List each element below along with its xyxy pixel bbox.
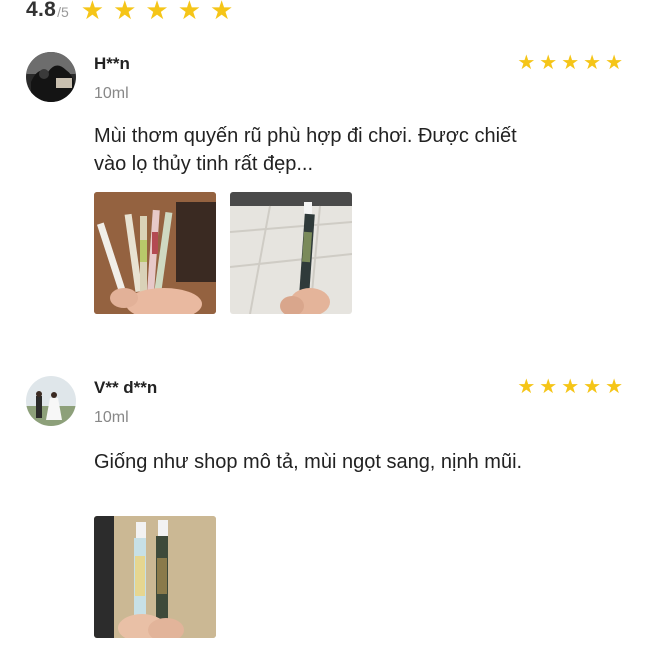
review-photo[interactable]: [94, 192, 216, 314]
review-photo[interactable]: [94, 516, 216, 638]
star-icon: ★: [583, 376, 602, 398]
variant-label: 10ml: [94, 409, 129, 426]
review-stars: ★ ★ ★ ★ ★: [517, 53, 623, 73]
star-icon: ★: [605, 52, 623, 74]
star-icon: ★: [145, 0, 169, 25]
review-photos: [94, 516, 216, 638]
avatar[interactable]: [26, 376, 76, 426]
review-text-line: Mùi thơm quyến rũ phù hợp đi chơi. Được …: [94, 125, 517, 147]
star-icon: ★: [583, 52, 602, 74]
average-rating: 4.8: [26, 0, 57, 21]
reviewer-name: V** d**n: [94, 378, 158, 397]
review-item: H**n ★ ★ ★ ★ ★ 10ml Mùi thơm quyến rũ ph…: [0, 52, 650, 322]
reviewer-name: H**n: [94, 54, 130, 73]
review-stars: ★ ★ ★ ★ ★: [517, 377, 623, 397]
star-icon: ★: [605, 376, 623, 398]
star-icon: ★: [539, 376, 558, 398]
review-text: Giống như shop mô tả, mùi ngọt sang, nịn…: [94, 448, 614, 476]
avatar[interactable]: [26, 52, 76, 102]
review-photos: [94, 192, 352, 314]
star-icon: ★: [177, 0, 202, 25]
review-text: Mùi thơm quyến rũ phù hợp đi chơi. Được …: [94, 122, 614, 178]
review-text-line: Giống như shop mô tả, mùi ngọt sang, nịn…: [94, 451, 523, 473]
summary-stars: ★ ★ ★ ★ ★: [81, 0, 234, 23]
review-photo[interactable]: [230, 192, 352, 314]
star-icon: ★: [561, 52, 580, 74]
star-icon: ★: [561, 376, 580, 398]
review-text-line: vào lọ thủy tinh rất đẹp...: [94, 153, 314, 175]
review-item: V** d**n ★ ★ ★ ★ ★ 10ml Giống như shop m…: [0, 376, 650, 646]
star-icon: ★: [210, 0, 234, 25]
variant-label: 10ml: [94, 85, 129, 102]
star-icon: ★: [539, 52, 558, 74]
star-icon: ★: [517, 52, 536, 74]
rating-max: /5: [57, 4, 69, 20]
star-icon: ★: [113, 0, 137, 25]
star-icon: ★: [517, 376, 536, 398]
star-icon: ★: [80, 0, 105, 25]
rating-summary: 4.8 /5 ★ ★ ★ ★ ★: [26, 0, 234, 23]
